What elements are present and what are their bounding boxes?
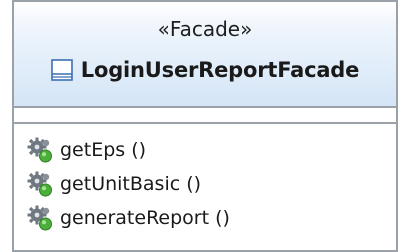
- operation-gears-icon: [27, 137, 52, 163]
- class-header: «Facade» LoginUserReportFacade: [14, 2, 396, 106]
- operation-label: getUnitBasic (): [60, 173, 202, 195]
- attributes-compartment-divider: [14, 106, 396, 108]
- operation-item[interactable]: getEps (): [26, 134, 146, 166]
- operation-label: getEps (): [60, 139, 147, 161]
- operation-item[interactable]: getUnitBasic (): [26, 168, 201, 200]
- operation-gears-icon: [27, 171, 52, 197]
- operations-compartment-divider: [14, 122, 396, 124]
- class-name: LoginUserReportFacade: [80, 58, 360, 82]
- class-box[interactable]: «Facade» LoginUserReportFacade getEps ()…: [12, 0, 398, 252]
- stereotype-label: «Facade»: [157, 17, 253, 41]
- class-icon: [50, 59, 73, 81]
- operation-gears-icon: [27, 205, 52, 231]
- operation-label: generateReport (): [60, 207, 230, 229]
- operation-item[interactable]: generateReport (): [26, 202, 230, 234]
- class-title-row: LoginUserReportFacade: [14, 54, 396, 86]
